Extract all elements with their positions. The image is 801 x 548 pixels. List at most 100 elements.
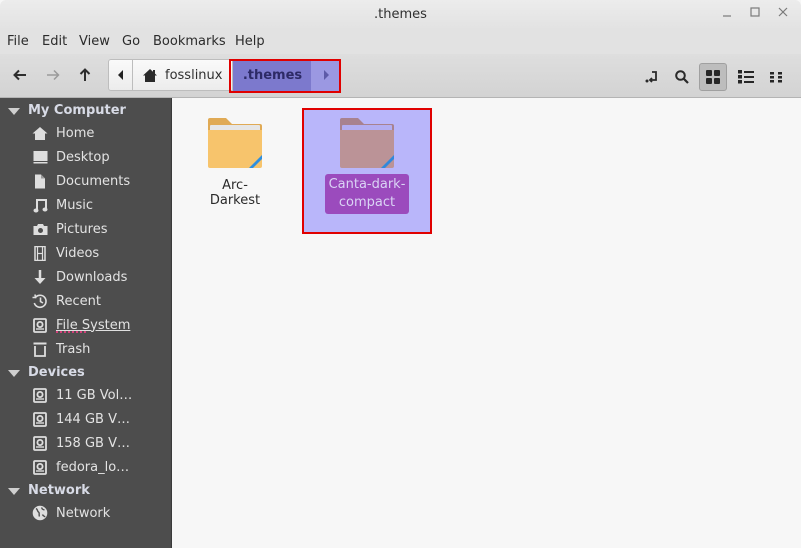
sidebar-item-trash[interactable]: Trash xyxy=(32,338,90,360)
sidebar-item-network[interactable]: Network xyxy=(32,502,110,524)
sidebar-item-label: 158 GB V… xyxy=(56,435,130,451)
forward-button[interactable] xyxy=(41,63,65,87)
sidebar-item-device-2[interactable]: 144 GB V… xyxy=(32,408,130,430)
list-view-icon xyxy=(738,70,754,84)
home-icon xyxy=(32,126,48,140)
sidebar-item-recent[interactable]: Recent xyxy=(32,290,101,312)
breadcrumb: fosslinux .themes xyxy=(108,59,342,91)
menu-help[interactable]: Help xyxy=(235,34,265,49)
breadcrumb-scroll-right[interactable] xyxy=(311,59,342,91)
folder-item[interactable]: Arc-Darkest xyxy=(200,116,270,208)
window-title: .themes xyxy=(374,7,427,22)
sidebar-item-downloads[interactable]: Downloads xyxy=(32,266,127,288)
drive-icon xyxy=(33,459,47,475)
toolbar: fosslinux .themes xyxy=(0,54,801,98)
section-title: My Computer xyxy=(28,102,126,118)
title-bar: .themes xyxy=(0,0,801,30)
drive-icon xyxy=(33,387,47,403)
up-button[interactable] xyxy=(73,63,97,87)
back-button[interactable] xyxy=(8,63,32,87)
drive-icon xyxy=(33,435,47,451)
folder-name-line-1: Canta-dark- xyxy=(328,177,406,192)
back-arrow-icon xyxy=(13,69,26,81)
sidebar-item-device-3[interactable]: 158 GB V… xyxy=(32,432,130,454)
sidebar-item-label: Videos xyxy=(56,245,100,261)
file-view[interactable]: Arc-Darkest Canta-dark- compact xyxy=(172,98,801,548)
document-icon xyxy=(35,174,45,188)
section-title: Network xyxy=(28,482,90,498)
sidebar-item-label: Pictures xyxy=(56,221,108,237)
breadcrumb-home-label: fosslinux xyxy=(165,67,223,83)
icon-view-button[interactable] xyxy=(699,63,727,91)
folder-item-selected[interactable]: Canta-dark- compact xyxy=(304,110,430,232)
sidebar-item-label: fedora_lo… xyxy=(56,459,130,475)
sidebar-item-label: Network xyxy=(56,505,111,521)
sidebar-item-label: Home xyxy=(56,125,95,141)
history-icon xyxy=(32,294,47,309)
close-icon xyxy=(778,7,788,17)
menu-file[interactable]: File xyxy=(7,34,29,49)
breadcrumb-scroll-left[interactable] xyxy=(108,59,133,91)
folder-icon xyxy=(340,118,394,168)
compact-view-icon xyxy=(770,72,782,83)
breadcrumb-current[interactable]: .themes xyxy=(233,59,312,91)
sidebar-section-devices[interactable]: Devices xyxy=(8,362,85,382)
sidebar-item-videos[interactable]: Videos xyxy=(32,242,99,264)
sidebar-item-home[interactable]: Home xyxy=(32,122,94,144)
music-icon xyxy=(33,198,47,212)
sidebar-section-my-computer[interactable]: My Computer xyxy=(8,100,126,120)
sidebar-item-device-1[interactable]: 11 GB Vol… xyxy=(32,384,132,406)
sidebar-item-label: Documents xyxy=(56,173,131,189)
icon-view-icon xyxy=(706,70,720,84)
desktop-icon xyxy=(33,151,47,164)
folder-icon xyxy=(208,118,262,168)
globe-icon xyxy=(32,505,48,521)
sidebar-item-device-4[interactable]: fedora_lo… xyxy=(32,456,129,478)
sidebar-item-music[interactable]: Music xyxy=(32,194,93,216)
maximize-button[interactable] xyxy=(746,6,764,24)
sidebar-item-label: Trash xyxy=(56,341,91,357)
drive-icon xyxy=(33,317,47,333)
expand-triangle-icon xyxy=(8,107,20,115)
caret-right-icon xyxy=(324,70,330,80)
forward-arrow-icon xyxy=(47,69,60,81)
sidebar-item-label: Downloads xyxy=(56,269,128,285)
menu-go[interactable]: Go xyxy=(122,34,140,49)
minimize-button[interactable] xyxy=(718,6,736,24)
menu-bar: File Edit View Go Bookmarks Help xyxy=(0,30,801,54)
menu-view[interactable]: View xyxy=(79,34,110,49)
compact-view-button[interactable] xyxy=(763,63,791,91)
trash-icon xyxy=(33,342,47,357)
camera-icon xyxy=(33,223,47,235)
sidebar-item-label: Music xyxy=(56,197,93,213)
sidebar-item-desktop[interactable]: Desktop xyxy=(32,146,110,168)
minimize-icon xyxy=(723,15,731,17)
search-icon xyxy=(675,70,689,84)
sidebar-item-pictures[interactable]: Pictures xyxy=(32,218,107,240)
download-icon xyxy=(34,269,46,284)
drive-icon xyxy=(33,411,47,427)
sidebar-item-label: 144 GB V… xyxy=(56,411,130,427)
breadcrumb-home[interactable]: fosslinux xyxy=(133,59,234,91)
close-button[interactable] xyxy=(774,6,792,24)
sidebar-item-documents[interactable]: Documents xyxy=(32,170,130,192)
toggle-location-button[interactable] xyxy=(638,63,666,91)
film-icon xyxy=(34,245,46,261)
sidebar-section-network[interactable]: Network xyxy=(8,480,90,500)
home-icon xyxy=(143,68,157,82)
folder-name-line-2: compact xyxy=(338,195,396,210)
search-button[interactable] xyxy=(668,63,696,91)
sidebar-item-label: Desktop xyxy=(56,149,110,165)
menu-bookmarks[interactable]: Bookmarks xyxy=(153,34,226,49)
up-arrow-icon xyxy=(79,68,91,81)
spellcheck-underline xyxy=(56,331,86,333)
folder-name: Canta-dark- compact xyxy=(324,174,410,214)
menu-edit[interactable]: Edit xyxy=(42,34,67,49)
expand-triangle-icon xyxy=(8,369,20,377)
maximize-icon xyxy=(750,7,760,17)
sidebar-item-label: 11 GB Vol… xyxy=(56,387,133,403)
section-title: Devices xyxy=(28,364,85,380)
folder-name: Arc-Darkest xyxy=(209,178,261,208)
list-view-button[interactable] xyxy=(732,63,760,91)
sidebar-item-label: Recent xyxy=(56,293,101,309)
